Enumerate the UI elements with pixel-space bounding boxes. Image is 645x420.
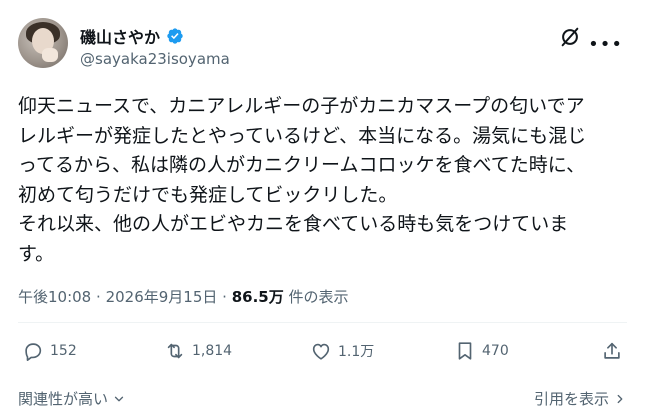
bookmark-count: 470 (482, 343, 509, 359)
more-options-icon[interactable]: ••• (588, 36, 623, 54)
post-text-line: 初めて匂うだけでも発症してビックリした。 (18, 183, 398, 206)
view-quotes-link[interactable]: 引用を表示 (534, 388, 627, 409)
quotes-label: 引用を表示 (533, 390, 609, 408)
post-text-line: 仰天ニュースで、カニアレルギーの子がカニカマスープの匂いでア (18, 95, 585, 117)
repost-count: 1,814 (192, 343, 233, 359)
post-date[interactable]: 2026年9月15日 (106, 288, 218, 306)
bookmark-button[interactable]: 470 (454, 340, 509, 362)
chevron-down-icon (114, 396, 124, 401)
post-text: 仰天ニュースで、カニアレルギーの子がカニカマスープの匂いでア レルギーが発症した… (18, 92, 630, 269)
meta-separator: · (222, 288, 227, 306)
post-meta: 午後10:08 · 2026年9月15日 · 86.5万 件の表示 (18, 286, 349, 307)
divider (18, 322, 627, 323)
reply-button[interactable]: 152 (22, 340, 77, 362)
share-icon (604, 342, 620, 359)
author-handle[interactable]: @sayaka23isoyama (80, 50, 230, 68)
replies-footer: 関連性が高い 引用を表示 (18, 388, 627, 410)
meta-separator: · (96, 288, 101, 306)
grok-icon[interactable] (559, 26, 581, 48)
reply-count: 152 (50, 343, 77, 359)
chevron-right-icon (617, 394, 623, 403)
like-button[interactable]: 1.1万 (310, 340, 374, 362)
post-text-line: それ以来、他の人がエビやカニを食べている時も気をつけていま (18, 213, 569, 235)
post-header: 磯山さやか @sayaka23isoyama ••• (18, 14, 627, 74)
heart-icon (312, 343, 330, 360)
repost-icon (167, 343, 183, 359)
post-text-line: す。 (18, 242, 55, 265)
repost-button[interactable]: 1,814 (164, 340, 232, 362)
verified-badge-icon (167, 28, 183, 44)
sort-label: 関連性が高い (18, 390, 109, 408)
author-display-name[interactable]: 磯山さやか (80, 24, 160, 48)
author-name-row: 磯山さやか (80, 24, 184, 48)
post-text-line: レルギーが発症したとやっているけど、本当になる。湯気にも混じ (18, 124, 587, 147)
views-count: 86.5万 (231, 288, 284, 306)
post-text-line: ってるから、私は隣の人がカニクリームコロッケを食べてた時に、 (18, 154, 586, 176)
bookmark-icon (458, 342, 472, 360)
avatar[interactable] (18, 18, 68, 68)
share-button[interactable] (601, 340, 623, 362)
reply-icon (25, 343, 42, 361)
post-time[interactable]: 午後10:08 (18, 288, 91, 306)
sort-dropdown[interactable]: 関連性が高い (18, 388, 126, 409)
like-count: 1.1万 (338, 344, 375, 360)
action-bar: 152 1,814 1.1万 470 (18, 340, 627, 376)
views-label: 件の表示 (288, 288, 349, 306)
